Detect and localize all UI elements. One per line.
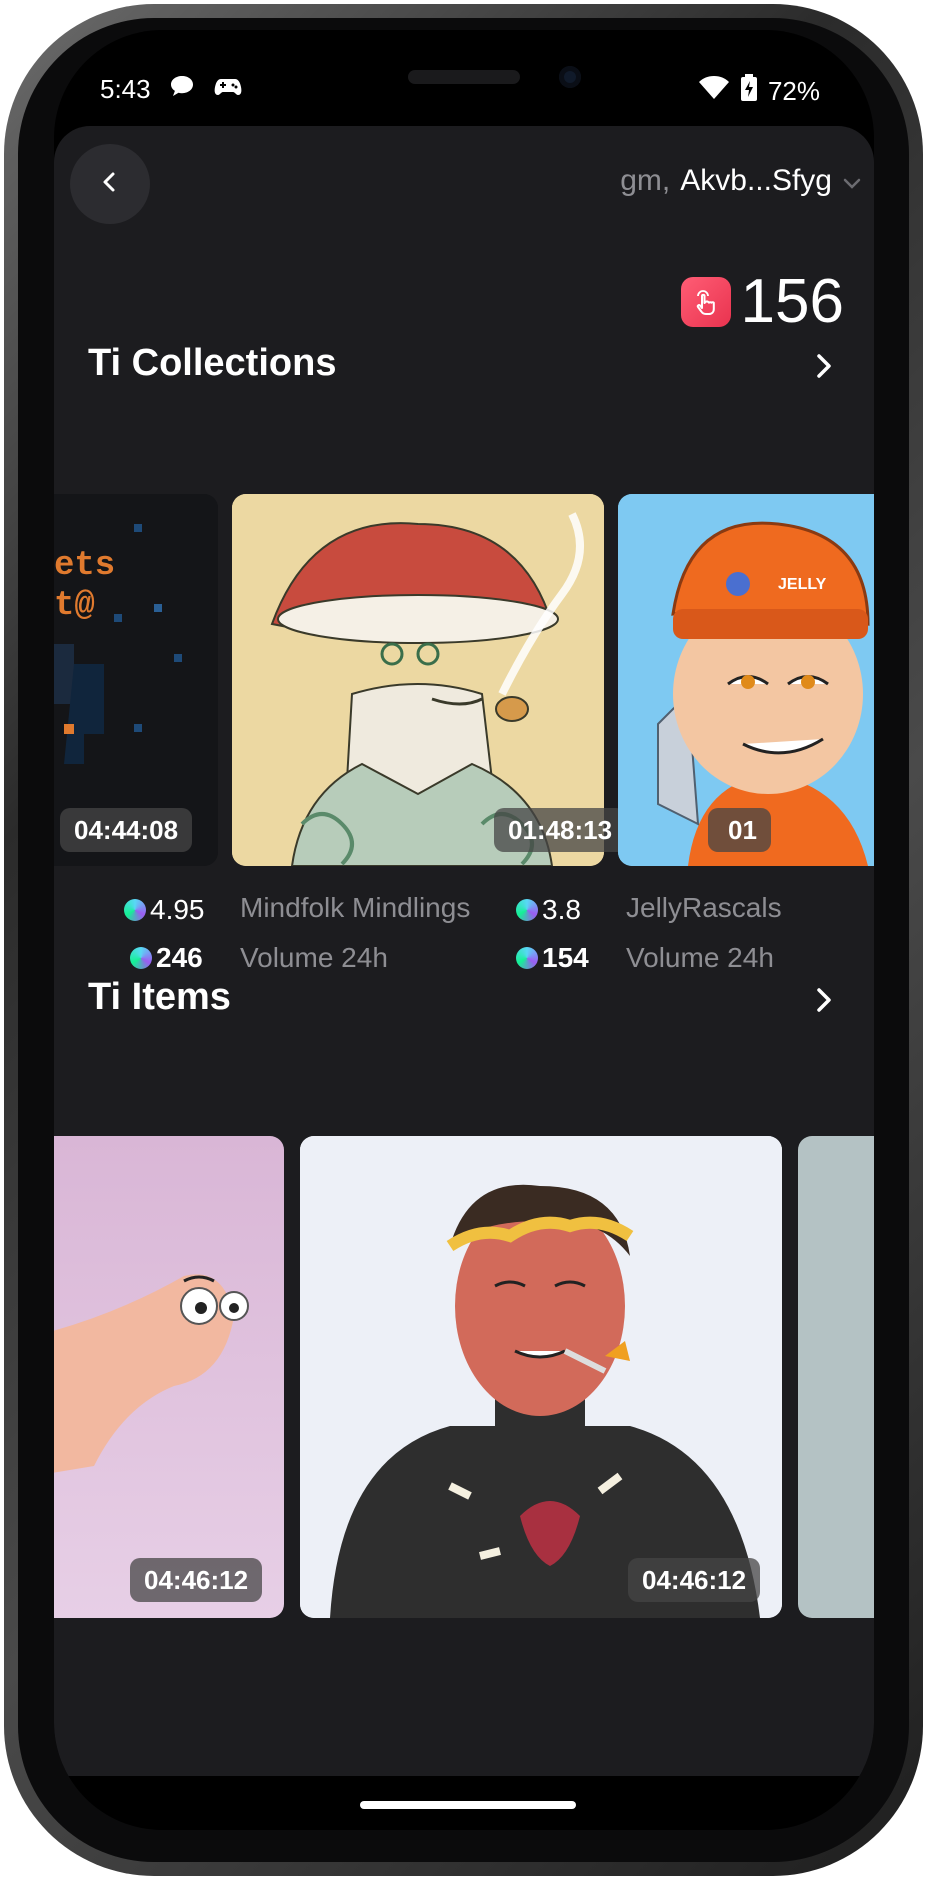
item-card-image[interactable] — [54, 1136, 284, 1618]
battery-percent: 72% — [767, 76, 820, 106]
item-timer: 04:46:12 — [628, 1558, 761, 1602]
solana-coin-icon — [124, 899, 146, 921]
collection-timer: 01 — [708, 808, 771, 852]
back-button[interactable] — [70, 144, 150, 224]
collection-timer: 04:44:08 — [60, 808, 193, 852]
app-container: gm, Akvb...Sfyg 156 Ti Collections ets t… — [54, 126, 874, 1776]
speaker-grille — [408, 70, 520, 84]
status-left: 5:43 — [100, 74, 243, 105]
solana-coin-icon — [516, 899, 538, 921]
collection-name[interactable]: Mindfolk Mindlings — [240, 892, 470, 924]
item-card-image[interactable] — [798, 1136, 874, 1618]
item-timer: 04:46:12 — [130, 1558, 263, 1602]
chat-bubble-icon — [169, 74, 195, 105]
chevron-right-icon — [804, 988, 844, 1024]
status-time: 5:43 — [100, 74, 151, 104]
wallet-selector[interactable]: gm, Akvb...Sfyg — [620, 164, 862, 198]
status-right: 72% — [698, 74, 820, 109]
collections-see-all-button[interactable] — [804, 346, 844, 386]
volume-label: Volume 24h — [240, 942, 388, 973]
points-value: 156 — [740, 267, 844, 336]
phone-frame: 5:43 72% gm, Akvb...Sfyg 156 Ti Collecti… — [0, 0, 927, 1880]
svg-text:JELLY: JELLY — [778, 576, 827, 593]
screen: 5:43 72% gm, Akvb...Sfyg 156 Ti Collecti… — [54, 30, 874, 1830]
collection-volume: 154 — [516, 942, 589, 974]
items-title: Ti Items — [88, 976, 231, 1018]
tap-hand-icon — [680, 276, 731, 327]
collection-volume: 246 — [130, 942, 203, 974]
items-see-all-button[interactable] — [804, 980, 844, 1020]
status-bar: 5:43 72% — [54, 30, 874, 126]
chevron-down-icon — [842, 164, 862, 198]
collection-price: 3.8 — [516, 894, 581, 926]
collections-title: Ti Collections — [88, 342, 337, 384]
home-indicator[interactable] — [360, 1801, 576, 1809]
collection-timer: 01:48:13 — [494, 808, 627, 852]
battery-icon — [740, 74, 758, 109]
chevron-right-icon — [804, 354, 844, 390]
item-card-image[interactable] — [300, 1136, 782, 1618]
wifi-icon — [698, 75, 730, 108]
collection-price: 4.95 — [124, 894, 205, 926]
solana-coin-icon — [516, 947, 538, 969]
game-controller-icon — [213, 74, 243, 105]
svg-text:t@: t@ — [54, 587, 95, 625]
solana-coin-icon — [130, 947, 152, 969]
svg-text:ets: ets — [54, 547, 115, 585]
chevron-left-icon — [98, 170, 122, 199]
greeting-prefix: gm, — [620, 164, 671, 197]
collection-name[interactable]: JellyRascals — [626, 892, 782, 924]
volume-label: Volume 24h — [626, 942, 774, 973]
points-display: 156 — [680, 266, 844, 337]
front-camera — [559, 66, 581, 88]
wallet-address: Akvb...Sfyg — [680, 164, 832, 197]
